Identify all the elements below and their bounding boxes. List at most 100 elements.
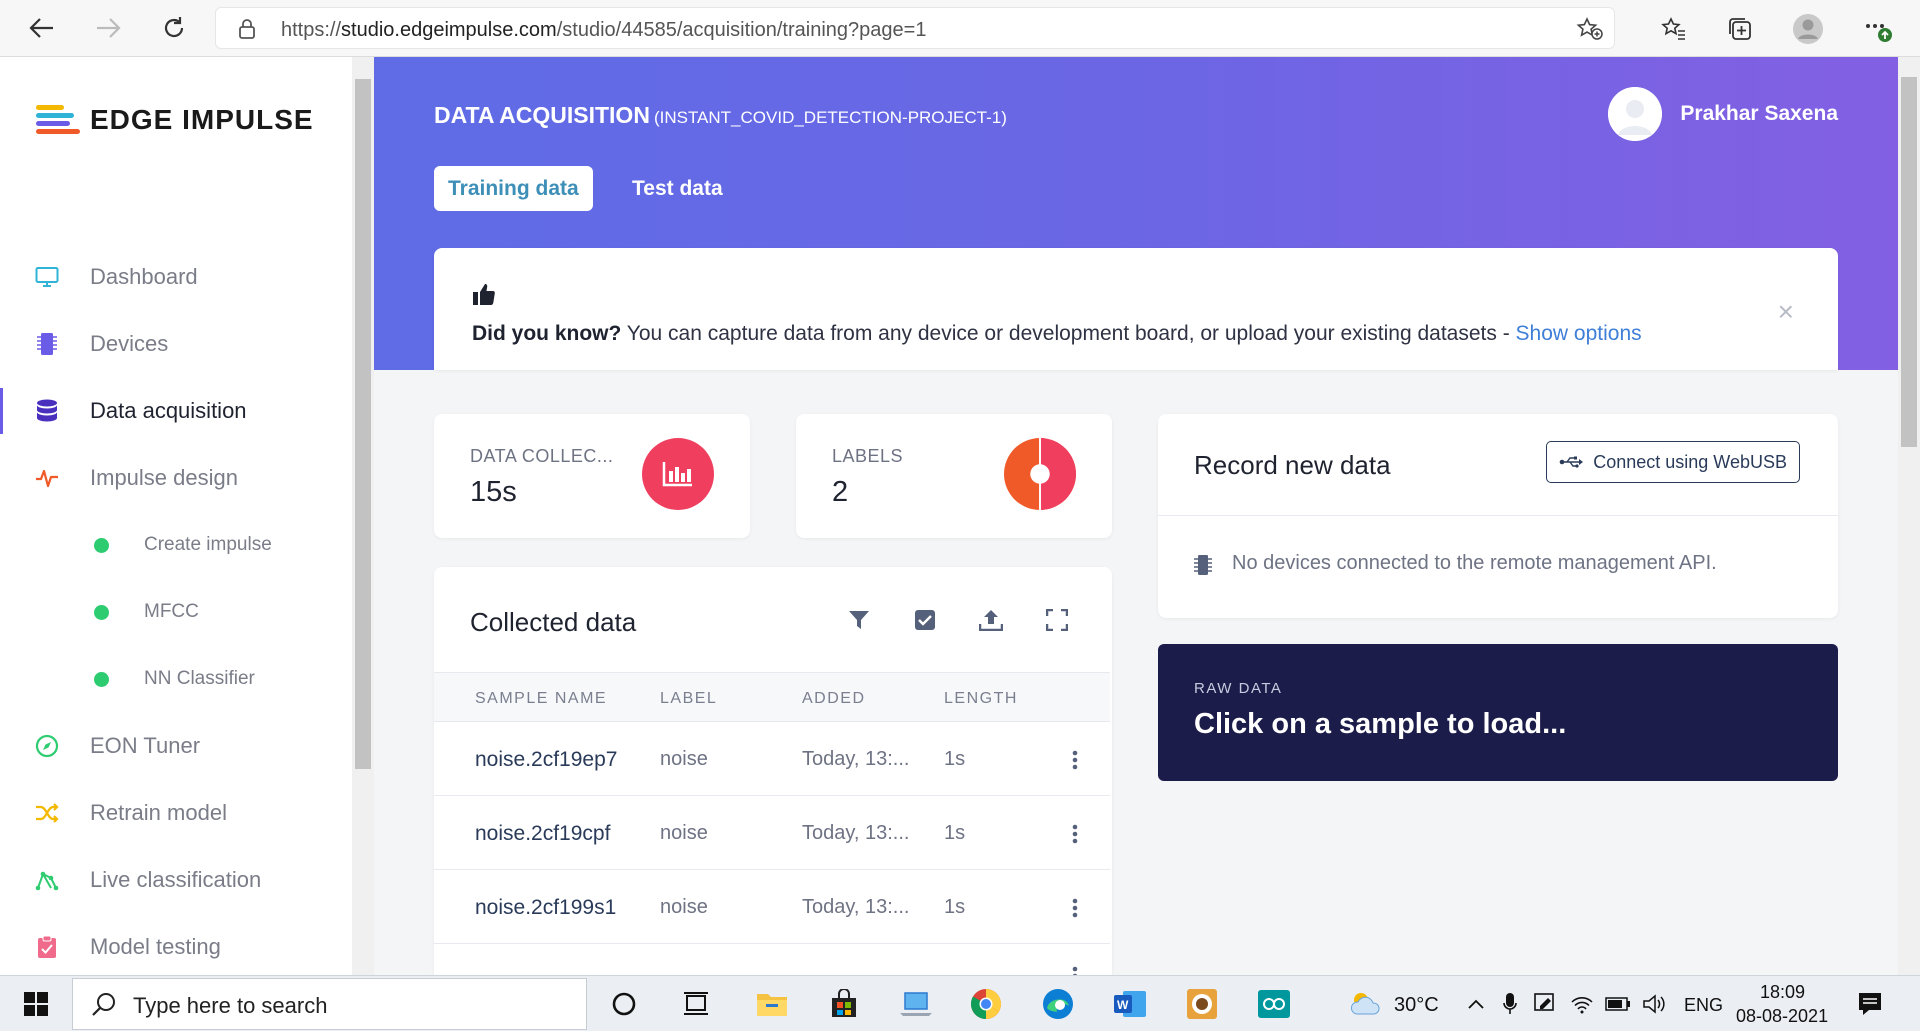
- favorites-icon[interactable]: [1658, 13, 1690, 45]
- battery-icon[interactable]: [1598, 984, 1638, 1024]
- clock-time[interactable]: 18:09: [1760, 982, 1805, 1003]
- tab-test-data[interactable]: Test data: [618, 166, 737, 211]
- data-collected-card: DATA COLLEC... 15s: [434, 414, 750, 538]
- sidebar-item-model-testing[interactable]: Model testing: [0, 920, 352, 974]
- did-you-know-banner: Did you know? You can capture data from …: [434, 248, 1838, 370]
- more-vertical-icon[interactable]: [1072, 966, 1078, 975]
- back-icon[interactable]: [24, 10, 60, 46]
- status-dot: [94, 671, 109, 687]
- sidebar-scrollbar[interactable]: [352, 57, 374, 975]
- collections-icon[interactable]: [1724, 13, 1756, 45]
- edge-impulse-logo-icon: [36, 105, 80, 134]
- expand-icon[interactable]: [1044, 607, 1070, 633]
- main-content: DATA ACQUISITION (INSTANT_COVID_DETECTION…: [374, 57, 1898, 975]
- settings-menu-icon[interactable]: [1862, 13, 1894, 45]
- tip-lead: Did you know?: [472, 322, 622, 345]
- sidebar-item-devices[interactable]: Devices: [0, 317, 352, 371]
- table-row[interactable]: noise.2cf19ep7 noise Today, 13:... 1s: [434, 722, 1110, 796]
- select-checkbox-icon[interactable]: [912, 607, 938, 633]
- forward-icon[interactable]: [90, 10, 126, 46]
- sample-name: noise.2cf19cpf: [475, 822, 611, 845]
- sidebar-item-live-classification[interactable]: Live classification: [0, 853, 352, 907]
- sidebar-item-label: EON Tuner: [90, 733, 201, 758]
- sidebar-item-create-impulse[interactable]: Create impulse: [0, 518, 352, 572]
- more-vertical-icon[interactable]: [1072, 750, 1078, 776]
- sample-added: Today, 13:...: [802, 822, 910, 844]
- profile-icon[interactable]: [1792, 13, 1824, 45]
- user-name: Prakhar Saxena: [1680, 102, 1838, 125]
- compass-icon: [34, 733, 60, 759]
- column-added[interactable]: ADDED: [802, 690, 866, 708]
- sidebar-item-label: Dashboard: [90, 264, 198, 289]
- chip-icon: [1194, 554, 1212, 581]
- no-devices-message: No devices connected to the remote manag…: [1232, 552, 1717, 574]
- task-view-icon[interactable]: [676, 984, 716, 1024]
- labels-card: LABELS 2: [796, 414, 1112, 538]
- brand-logo[interactable]: EDGE IMPULSE: [36, 104, 314, 136]
- user-menu[interactable]: Prakhar Saxena: [1608, 87, 1838, 141]
- windows-start-icon[interactable]: [16, 984, 56, 1024]
- media-app-icon[interactable]: [1182, 984, 1222, 1024]
- store-icon[interactable]: [824, 984, 864, 1024]
- sample-label: noise: [660, 748, 708, 770]
- sidebar-item-eon-tuner[interactable]: EON Tuner: [0, 719, 352, 773]
- sample-added: Today, 13:...: [802, 896, 910, 918]
- sidebar-item-retrain-model[interactable]: Retrain model: [0, 786, 352, 840]
- microphone-icon[interactable]: [1490, 984, 1530, 1024]
- chrome-icon[interactable]: [966, 984, 1006, 1024]
- word-icon[interactable]: W: [1110, 984, 1150, 1024]
- sidebar-item-label: Create impulse: [144, 534, 272, 555]
- close-icon[interactable]: ×: [1778, 296, 1794, 328]
- monitor-icon: [34, 264, 60, 290]
- sidebar-item-data-acquisition[interactable]: Data acquisition: [0, 384, 352, 438]
- scrollbar-thumb[interactable]: [1901, 77, 1917, 447]
- usb-icon: [1559, 456, 1584, 468]
- file-explorer-icon[interactable]: [752, 984, 792, 1024]
- weather-icon[interactable]: [1346, 984, 1386, 1024]
- add-favorite-icon[interactable]: [1576, 17, 1604, 46]
- table-row[interactable]: noise.2cf19cpf noise Today, 13:... 1s: [434, 796, 1110, 870]
- lock-icon: [238, 19, 256, 44]
- cortana-icon[interactable]: [604, 984, 644, 1024]
- column-length[interactable]: LENGTH: [944, 690, 1018, 708]
- sidebar-item-mfcc[interactable]: MFCC: [0, 585, 352, 639]
- language-indicator[interactable]: ENG: [1684, 995, 1723, 1016]
- table-row-partial[interactable]: [434, 944, 1110, 975]
- column-sample-name[interactable]: SAMPLE NAME: [475, 690, 607, 708]
- sidebar-item-impulse-design[interactable]: Impulse design: [0, 451, 352, 505]
- table-row[interactable]: noise.2cf199s1 noise Today, 13:... 1s: [434, 870, 1110, 944]
- shuffle-icon: [34, 800, 60, 826]
- database-icon: [34, 398, 60, 424]
- arduino-icon[interactable]: [1254, 984, 1294, 1024]
- sidebar-item-label: Model testing: [90, 934, 221, 959]
- data-collected-label: DATA COLLEC...: [470, 446, 614, 466]
- connect-webusb-button[interactable]: Connect using WebUSB: [1546, 441, 1800, 483]
- bar-chart-icon: [642, 438, 714, 510]
- filter-icon[interactable]: [846, 607, 872, 633]
- show-options-link[interactable]: Show options: [1516, 322, 1642, 345]
- webusb-label: Connect using WebUSB: [1593, 451, 1787, 472]
- pen-menu-icon[interactable]: [1526, 984, 1566, 1024]
- scrollbar-thumb[interactable]: [355, 79, 371, 769]
- edge-icon[interactable]: [1038, 984, 1078, 1024]
- sidebar-item-nn-classifier[interactable]: NN Classifier: [0, 652, 352, 706]
- address-bar[interactable]: https://studio.edgeimpulse.com/studio/44…: [215, 7, 1615, 49]
- sample-length: 1s: [944, 748, 966, 770]
- taskbar-search[interactable]: Type here to search: [72, 978, 587, 1030]
- wifi-icon[interactable]: [1562, 984, 1602, 1024]
- sample-name: noise.2cf199s1: [475, 896, 617, 919]
- sidebar-item-dashboard[interactable]: Dashboard: [0, 250, 352, 304]
- more-vertical-icon[interactable]: [1072, 898, 1078, 924]
- upload-icon[interactable]: [978, 607, 1004, 633]
- volume-icon[interactable]: [1634, 984, 1674, 1024]
- page-scrollbar[interactable]: [1898, 57, 1920, 975]
- refresh-icon[interactable]: [156, 10, 192, 46]
- sidebar-item-label: MFCC: [144, 601, 199, 622]
- notifications-icon[interactable]: [1850, 984, 1890, 1024]
- laptop-app-icon[interactable]: [896, 984, 936, 1024]
- sidebar-item-label: Devices: [90, 331, 169, 356]
- more-vertical-icon[interactable]: [1072, 824, 1078, 850]
- column-label[interactable]: LABEL: [660, 690, 717, 708]
- tab-training-data[interactable]: Training data: [434, 166, 593, 211]
- clock-date[interactable]: 08-08-2021: [1736, 1006, 1828, 1027]
